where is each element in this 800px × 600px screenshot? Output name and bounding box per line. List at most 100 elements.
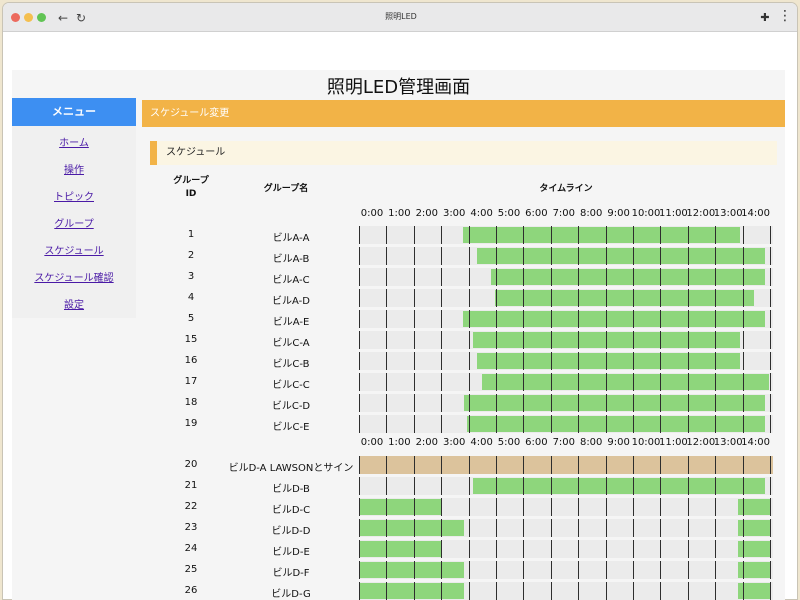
- timeline-track[interactable]: [359, 310, 773, 328]
- timeline-track[interactable]: [359, 415, 773, 433]
- hour-gridline: [633, 540, 634, 558]
- hour-gridline: [496, 352, 497, 370]
- timeline-track[interactable]: [359, 498, 773, 516]
- schedule-on-bar[interactable]: [476, 248, 765, 264]
- timeline-track[interactable]: [359, 247, 773, 265]
- hour-gridline: [605, 498, 607, 516]
- timeline-track[interactable]: [359, 582, 773, 600]
- timeline-track[interactable]: [359, 289, 773, 307]
- sidebar-item-home[interactable]: ホーム: [12, 134, 136, 149]
- hour-gridline: [386, 394, 388, 412]
- hour-gridline: [386, 498, 388, 516]
- schedule-on-bar[interactable]: [463, 311, 765, 327]
- hour-gridline: [550, 289, 552, 307]
- group-id-cell: 23: [184, 522, 198, 533]
- schedule-on-bar[interactable]: [490, 269, 765, 285]
- hour-gridline: [770, 310, 771, 328]
- sidebar-item-group[interactable]: グループ: [12, 215, 136, 230]
- sidebar-item-schedule-check[interactable]: スケジュール確認: [12, 269, 136, 284]
- group-name-cell: ビルC-D: [271, 401, 311, 412]
- schedule-on-bar[interactable]: [476, 353, 740, 369]
- hour-gridline: [742, 582, 744, 600]
- timeline-track[interactable]: [359, 394, 773, 412]
- hour-gridline: [413, 540, 415, 558]
- schedule-on-bar[interactable]: [472, 478, 765, 494]
- hour-gridline: [523, 394, 525, 412]
- timeline-track[interactable]: [359, 561, 773, 579]
- group-id-cell: 2: [187, 250, 195, 261]
- sidebar-item-topic[interactable]: トピック: [12, 188, 136, 203]
- group-id-cell: 5: [187, 313, 195, 324]
- hour-gridline: [359, 268, 360, 286]
- hour-gridline: [715, 498, 717, 516]
- timeline-track[interactable]: [359, 352, 773, 370]
- sidebar-item-operation[interactable]: 操作: [12, 161, 136, 176]
- group-id-cell: 1: [187, 229, 195, 240]
- hour-gridline: [468, 310, 470, 328]
- group-name-cell: ビルD-C: [271, 505, 311, 516]
- group-name-cell: ビルC-B: [272, 359, 310, 370]
- hour-gridline: [496, 519, 497, 537]
- schedule-on-bar[interactable]: [463, 227, 740, 243]
- hour-gridline: [523, 268, 525, 286]
- timeline-track[interactable]: [359, 456, 773, 474]
- hour-gridline: [578, 519, 580, 537]
- hour-label: 14:00: [741, 208, 771, 219]
- hour-gridline: [468, 331, 470, 349]
- hour-gridline: [386, 289, 388, 307]
- group-name-cell: ビルD-D: [271, 526, 311, 537]
- schedule-on-bar[interactable]: [464, 395, 765, 411]
- sidebar-item-schedule[interactable]: スケジュール: [12, 242, 136, 257]
- hour-gridline: [441, 540, 443, 558]
- hour-gridline: [468, 289, 470, 307]
- hour-gridline: [550, 310, 552, 328]
- schedule-on-bar[interactable]: [359, 520, 465, 536]
- timeline-track[interactable]: [359, 373, 773, 391]
- hour-gridline: [523, 498, 525, 516]
- hour-gridline: [578, 226, 580, 244]
- extensions-puzzle-icon[interactable]: ✚: [757, 10, 773, 26]
- hour-gridline: [496, 561, 497, 579]
- hour-gridline: [687, 373, 689, 391]
- hour-gridline: [359, 477, 360, 495]
- hour-gridline: [496, 247, 497, 265]
- timeline-track[interactable]: [359, 331, 773, 349]
- schedule-on-bar[interactable]: [467, 416, 765, 432]
- timeline-track[interactable]: [359, 477, 773, 495]
- hour-gridline: [468, 352, 470, 370]
- hour-label: 6:00: [525, 437, 548, 448]
- hour-gridline: [660, 310, 662, 328]
- schedule-on-bar[interactable]: [359, 541, 442, 557]
- hour-gridline: [687, 582, 689, 600]
- hour-gridline: [441, 456, 443, 474]
- hour-gridline: [550, 394, 552, 412]
- more-menu-icon[interactable]: ⋮: [777, 9, 793, 26]
- timeline-track[interactable]: [359, 226, 773, 244]
- schedule-on-bar[interactable]: [359, 499, 442, 515]
- timeline-track[interactable]: [359, 268, 773, 286]
- hour-gridline: [660, 268, 662, 286]
- hour-label: 4:00: [470, 437, 493, 448]
- timeline-track[interactable]: [359, 519, 773, 537]
- schedule-on-bar[interactable]: [359, 583, 465, 599]
- sidebar-item-settings[interactable]: 設定: [12, 296, 136, 311]
- timeline-track[interactable]: [359, 540, 773, 558]
- schedule-on-bar[interactable]: [359, 562, 465, 578]
- group-name-cell: ビルC-C: [272, 380, 310, 391]
- hour-gridline: [523, 540, 525, 558]
- hour-gridline: [578, 415, 580, 433]
- hour-gridline: [496, 331, 497, 349]
- hour-gridline: [578, 540, 580, 558]
- hour-gridline: [578, 582, 580, 600]
- hour-gridline: [605, 456, 607, 474]
- hour-gridline: [550, 352, 552, 370]
- schedule-on-bar[interactable]: [482, 374, 769, 390]
- hour-gridline: [386, 247, 388, 265]
- group-name-cell: ビルA-D: [272, 296, 310, 307]
- hour-gridline: [742, 415, 744, 433]
- hour-gridline: [359, 289, 360, 307]
- hour-gridline: [550, 415, 552, 433]
- hour-gridline: [770, 394, 771, 412]
- hour-gridline: [578, 373, 580, 391]
- hour-label: 14:00: [741, 437, 771, 448]
